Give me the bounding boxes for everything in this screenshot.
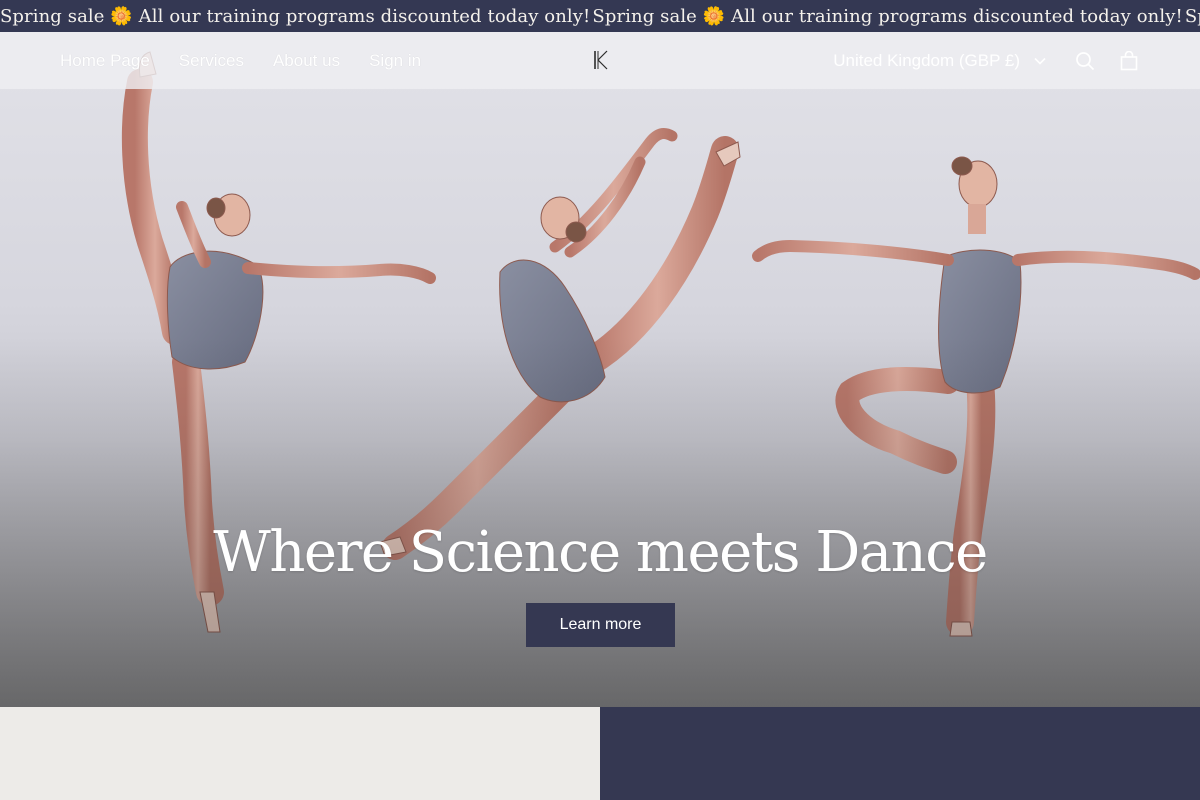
chevron-down-icon [1034,57,1046,65]
feature-panel-left [0,707,600,800]
announcement-text: Spring sale 🌼 All our training programs … [592,5,1183,27]
nav-home-page[interactable]: Home Page [60,51,150,71]
country-currency-selector[interactable]: United Kingdom (GBP £) [833,51,1046,71]
nav-services[interactable]: Services [179,51,244,71]
cart-icon[interactable] [1118,50,1140,72]
announcement-text: Spring sale 🌼 All our training programs … [1184,5,1200,27]
announcement-track: Spring sale 🌼 All our training programs … [0,0,1200,32]
header-tools: United Kingdom (GBP £) [833,32,1140,89]
country-label: United Kingdom (GBP £) [833,50,1020,70]
announcement-text: Spring sale 🌼 All our training programs … [0,5,591,27]
hero-section: Where Science meets Dance Learn more [0,32,1200,707]
learn-more-button[interactable]: Learn more [526,603,675,647]
feature-panel-right [600,707,1200,800]
nav-sign-in[interactable]: Sign in [369,51,421,71]
announcement-bar: Spring sale 🌼 All our training programs … [0,0,1200,32]
nav-about-us[interactable]: About us [273,51,340,71]
hero-headline: Where Science meets Dance [213,520,988,585]
site-header: Home Page Services About us Sign in Unit… [0,32,1200,89]
search-icon[interactable] [1074,50,1096,72]
logo-mark-icon [594,50,608,70]
site-logo[interactable] [589,47,611,73]
main-nav: Home Page Services About us Sign in [60,32,421,89]
